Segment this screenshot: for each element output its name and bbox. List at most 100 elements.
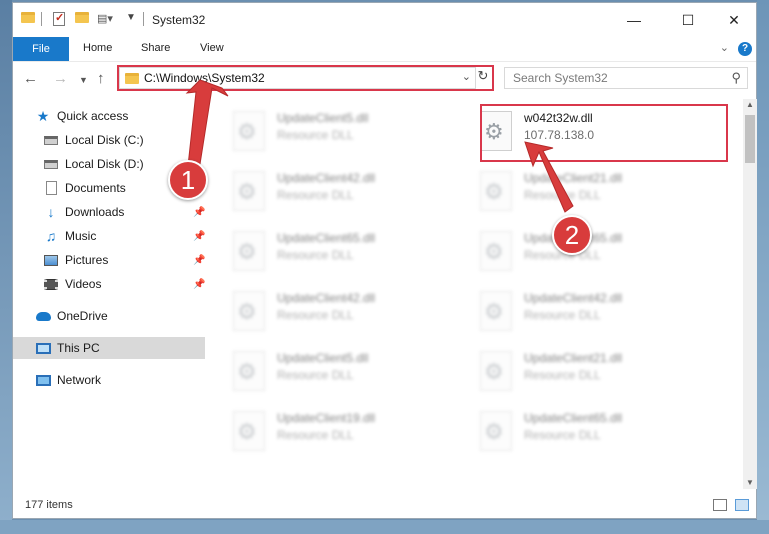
file-type: Resource DLL (277, 368, 354, 382)
up-button[interactable]: ↑ (97, 70, 105, 87)
expand-ribbon-icon[interactable]: ⌄ (720, 41, 729, 54)
sidebar-item-documents[interactable]: Documents (43, 177, 126, 199)
file-item[interactable]: ⚙ UpdateClient42.dll Resource DLL (225, 163, 455, 219)
sidebar-item-label: Documents (65, 181, 126, 195)
search-box[interactable]: Search System32 ⚲ (504, 67, 748, 89)
scroll-down-icon[interactable]: ▼ (746, 478, 754, 487)
file-name: UpdateClient21.dll (524, 171, 623, 185)
sidebar-item-pictures[interactable]: Pictures (43, 249, 108, 271)
file-name: UpdateClient42.dll (524, 291, 623, 305)
desktop-background-right (757, 0, 769, 534)
file-type: Resource DLL (277, 128, 354, 142)
file-item[interactable]: ⚙ UpdateClient65.dll Resource DLL (472, 403, 702, 459)
help-icon[interactable]: ? (738, 42, 752, 56)
large-icons-view-icon[interactable] (735, 499, 749, 511)
download-icon: ↓ (47, 204, 55, 220)
properties-icon[interactable] (53, 11, 65, 26)
navigation-bar: ← → ▼ ↑ C:\Windows\System32 ⌄ ↻ Search S… (13, 61, 756, 96)
file-type: Resource DLL (277, 248, 354, 262)
sidebar-item-this-pc[interactable]: This PC (13, 337, 205, 359)
step-2-badge: 2 (552, 215, 592, 255)
tab-view[interactable]: View (200, 42, 224, 54)
quick-access-toolbar-icon[interactable]: ▤▾ (97, 12, 113, 25)
ribbon-tabs: File Home Share View ⌄ ? (13, 37, 756, 61)
file-item[interactable]: ⚙ UpdateClient21.dll Resource DLL (472, 343, 702, 399)
file-item[interactable]: ⚙ UpdateClient42.dll Resource DLL (225, 283, 455, 339)
pin-icon[interactable]: 📌 (193, 279, 205, 290)
pin-icon[interactable]: 📌 (193, 207, 205, 218)
star-icon: ★ (36, 107, 50, 124)
network-icon (35, 372, 51, 388)
file-name: UpdateClient65.dll (277, 231, 376, 245)
close-button[interactable]: ✕ (711, 3, 757, 37)
sidebar-item-network[interactable]: Network (35, 369, 101, 391)
step-1-badge: 1 (168, 160, 208, 200)
computer-icon (35, 340, 51, 356)
pictures-icon (43, 252, 59, 268)
sidebar-item-label: Local Disk (D:) (65, 157, 144, 171)
forward-button[interactable]: → (53, 70, 68, 87)
dll-file-icon: ⚙ (480, 231, 512, 271)
scroll-up-icon[interactable]: ▲ (746, 100, 754, 109)
videos-icon (43, 276, 59, 292)
pin-icon[interactable]: 📌 (193, 231, 205, 242)
sidebar-item-local-disk-c[interactable]: Local Disk (C:) (43, 129, 144, 151)
file-name: UpdateClient42.dll (277, 171, 376, 185)
desktop-background-left (0, 0, 12, 534)
recent-locations-button[interactable]: ▼ (79, 75, 88, 85)
file-type: Resource DLL (277, 188, 354, 202)
music-icon: ♫ (45, 228, 57, 244)
tab-share[interactable]: Share (141, 42, 170, 54)
file-name: UpdateClient5.dll (277, 351, 369, 365)
file-item[interactable]: ⚙ UpdateClient42.dll Resource DLL (472, 283, 702, 339)
document-icon (43, 180, 59, 196)
minimize-icon: — (627, 12, 641, 28)
window-folder-icon (21, 12, 35, 23)
file-name: UpdateClient42.dll (277, 291, 376, 305)
maximize-icon: ☐ (681, 11, 695, 28)
dll-file-icon: ⚙ (233, 291, 265, 331)
file-item[interactable]: ⚙ UpdateClient65.dll Resource DLL (225, 223, 455, 279)
file-name: UpdateClient21.dll (524, 351, 623, 365)
dll-file-icon: ⚙ (233, 231, 265, 271)
sidebar-item-label: OneDrive (57, 309, 108, 323)
desktop-background-bottom (0, 520, 769, 534)
status-bar: 177 items (13, 494, 756, 518)
explorer-window: ▤▾ ▼ System32 — ☐ ✕ File Home Share View… (12, 2, 757, 519)
file-item[interactable]: ⚙ UpdateClient19.dll Resource DLL (225, 403, 455, 459)
sidebar-item-label: Music (65, 229, 97, 243)
file-highlight-box (480, 104, 728, 162)
file-type: Resource DLL (277, 308, 354, 322)
window-title: System32 (152, 13, 206, 27)
back-button[interactable]: ← (23, 70, 38, 87)
sidebar-item-quick-access[interactable]: ★ Quick access (35, 105, 129, 127)
file-item[interactable]: ⚙ UpdateClient21.dll Resource DLL (472, 163, 702, 219)
file-item[interactable]: ⚙ UpdateClient5.dll Resource DLL (225, 103, 455, 159)
sidebar-item-onedrive[interactable]: OneDrive (35, 305, 108, 327)
file-type: Resource DLL (524, 308, 601, 322)
maximize-button[interactable]: ☐ (665, 3, 711, 37)
close-icon: ✕ (728, 11, 740, 28)
dll-file-icon: ⚙ (480, 291, 512, 331)
tab-home[interactable]: Home (83, 42, 112, 54)
file-name: UpdateClient65.dll (524, 411, 623, 425)
minimize-button[interactable]: — (611, 3, 657, 37)
disk-icon (43, 132, 59, 148)
refresh-icon[interactable]: ↻ (474, 68, 492, 88)
customize-toolbar-icon[interactable]: ▼ (126, 12, 136, 23)
details-view-icon[interactable] (713, 499, 727, 511)
sidebar-item-videos[interactable]: Videos (43, 273, 101, 295)
dll-file-icon: ⚙ (480, 171, 512, 211)
sidebar-item-downloads[interactable]: ↓ Downloads (43, 201, 125, 223)
dll-file-icon: ⚙ (480, 411, 512, 451)
file-item[interactable]: ⚙ UpdateClient5.dll Resource DLL (225, 343, 455, 399)
tab-file[interactable]: File (13, 37, 69, 61)
sidebar-item-local-disk-d[interactable]: Local Disk (D:) (43, 153, 144, 175)
scroll-thumb[interactable] (745, 115, 755, 163)
dll-file-icon: ⚙ (233, 171, 265, 211)
new-folder-icon[interactable] (75, 12, 89, 23)
pin-icon[interactable]: 📌 (193, 255, 205, 266)
vertical-scrollbar[interactable]: ▲ ▼ (743, 99, 757, 489)
sidebar-item-music[interactable]: ♫ Music (43, 225, 97, 247)
dll-file-icon: ⚙ (480, 351, 512, 391)
